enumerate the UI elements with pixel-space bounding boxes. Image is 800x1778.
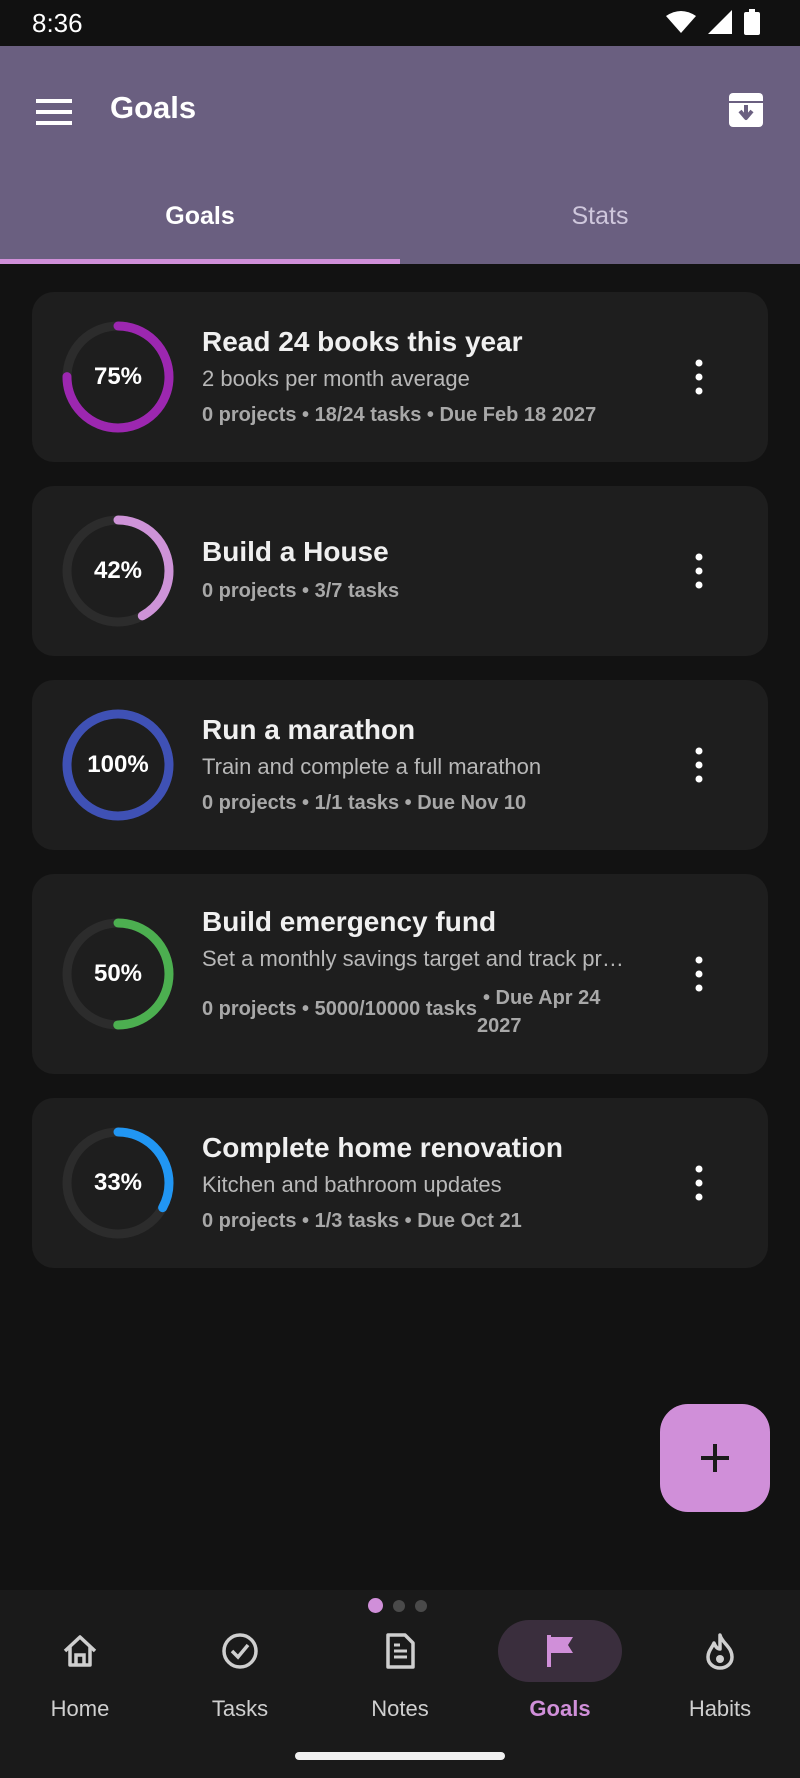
progress-ring: 50% [60, 916, 176, 1037]
more-vertical-icon[interactable] [694, 553, 704, 589]
nav-label: Notes [371, 1696, 429, 1721]
progress-ring: 42% [60, 513, 176, 634]
progress-ring: 75% [60, 319, 176, 440]
page-title: Goals [110, 90, 197, 125]
flame-icon [706, 1633, 734, 1670]
tab-bar: Goals Stats [0, 176, 800, 264]
home-indicator[interactable] [295, 1752, 505, 1760]
goal-meta-due-year: 2027 [476, 1015, 522, 1037]
page-dot [393, 1599, 405, 1612]
nav-label: Goals [529, 1696, 591, 1721]
tab-stats[interactable]: Stats [400, 176, 800, 264]
status-bar: 8:36 [0, 0, 800, 46]
more-vertical-icon[interactable] [694, 747, 704, 783]
page-indicator [368, 1598, 427, 1613]
flag-icon [547, 1635, 573, 1667]
goal-meta: 0 projects • 18/24 tasks • Due Feb 18 20… [202, 404, 597, 426]
page-dot [415, 1599, 427, 1612]
check-circle-icon [222, 1633, 258, 1669]
progress-percent: 33% [93, 1169, 143, 1196]
goal-meta-counts: 0 projects • 5000/10000 tasks [202, 998, 477, 1020]
goal-card[interactable]: 33% Complete home renovation Kitchen and… [32, 1098, 768, 1268]
nav-label: Habits [688, 1696, 752, 1721]
goal-title: Read 24 books this year [202, 326, 523, 357]
battery-icon [744, 9, 760, 35]
goal-description: 2 books per month average [202, 366, 470, 391]
nav-tasks[interactable]: Tasks [160, 1620, 320, 1740]
goal-meta: 0 projects • 1/1 tasks • Due Nov 10 [202, 792, 527, 814]
app-bar: Goals Goals Stats [0, 46, 800, 264]
goal-card[interactable]: 50% Build emergency fund Set a monthly s… [32, 874, 768, 1074]
menu-icon[interactable] [34, 96, 76, 128]
goal-card[interactable]: 75% Read 24 books this year 2 books per … [32, 292, 768, 462]
plus-icon [701, 1444, 729, 1472]
status-icons [666, 9, 760, 35]
nav-goals[interactable]: Goals [480, 1620, 640, 1740]
bottom-navigation: Home Tasks Notes Goals Habits [0, 1590, 800, 1778]
goal-title: Build emergency fund [202, 906, 497, 937]
progress-percent: 75% [93, 363, 143, 390]
tab-goals[interactable]: Goals [0, 176, 400, 264]
goal-title: Complete home renovation [202, 1132, 563, 1163]
goal-title: Build a House [202, 536, 389, 567]
nav-habits[interactable]: Habits [640, 1620, 800, 1740]
goal-meta: 0 projects • 5000/10000 tasks • Due Apr … [202, 984, 668, 1040]
status-time: 8:36 [32, 8, 83, 38]
nav-home[interactable]: Home [0, 1620, 160, 1740]
goal-title: Run a marathon [202, 714, 416, 745]
wifi-icon [666, 11, 696, 33]
progress-percent: 50% [93, 960, 143, 987]
progress-ring: 100% [60, 707, 176, 828]
archive-icon[interactable] [726, 90, 766, 130]
progress-percent: 42% [93, 557, 143, 584]
more-vertical-icon[interactable] [694, 1165, 704, 1201]
goal-meta-due: • Due Apr 24 [482, 987, 601, 1009]
more-vertical-icon[interactable] [694, 956, 704, 992]
goal-meta: 0 projects • 3/7 tasks [202, 580, 400, 602]
goal-card[interactable]: 100% Run a marathon Train and complete a… [32, 680, 768, 850]
page-dot-active [368, 1598, 383, 1613]
nav-notes[interactable]: Notes [320, 1620, 480, 1740]
goals-list: 75% Read 24 books this year 2 books per … [32, 292, 768, 1292]
goal-card[interactable]: 42% Build a House 0 projects • 3/7 tasks [32, 486, 768, 656]
goal-description: Set a monthly savings target and track p… [202, 946, 624, 971]
signal-icon [708, 10, 732, 34]
more-vertical-icon[interactable] [694, 359, 704, 395]
nav-label: Home [50, 1696, 110, 1721]
goal-description: Kitchen and bathroom updates [202, 1172, 502, 1197]
document-icon [386, 1633, 415, 1669]
goal-meta: 0 projects • 1/3 tasks • Due Oct 21 [202, 1210, 522, 1232]
add-goal-button[interactable] [660, 1404, 770, 1512]
progress-ring: 33% [60, 1125, 176, 1246]
home-icon [63, 1635, 97, 1667]
progress-percent: 100% [87, 751, 149, 778]
goal-description: Train and complete a full marathon [202, 754, 542, 779]
nav-label: Tasks [211, 1696, 269, 1721]
